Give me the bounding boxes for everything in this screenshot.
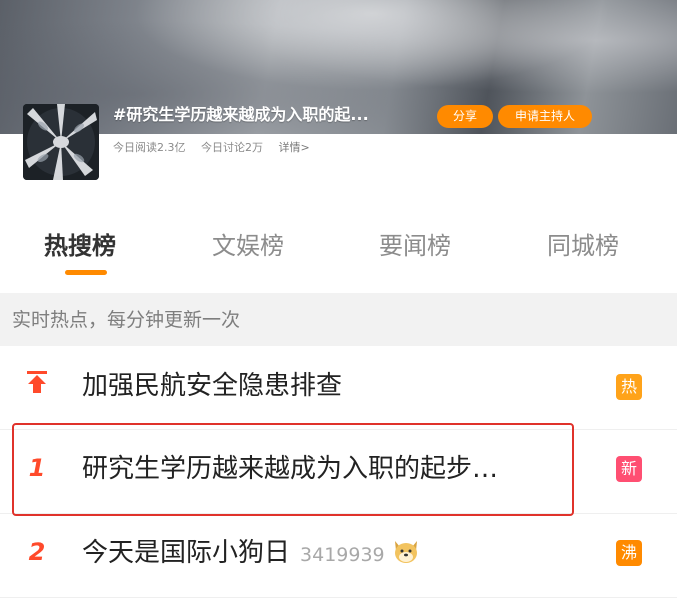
- topic-title: #研究生学历越来越成为入职的起...: [113, 105, 369, 124]
- new-badge: 新: [616, 456, 642, 482]
- tab-entertainment[interactable]: 文娱榜: [212, 230, 284, 262]
- list-item-content: 今天是国际小狗日 3419939: [82, 536, 421, 572]
- list-item-title: 今天是国际小狗日: [82, 538, 291, 568]
- list-item-title: 研究生学历越来越成为入职的起步…: [82, 454, 499, 484]
- list-item-rank: 1: [28, 454, 46, 482]
- realtime-note-text: 实时热点，每分钟更新一次: [12, 309, 241, 331]
- apply-host-button[interactable]: 申请主持人: [498, 105, 592, 128]
- list-item-title: 加强民航安全隐患排查: [82, 371, 343, 401]
- dog-face-icon: [394, 541, 417, 563]
- boiling-badge: 沸: [616, 540, 642, 566]
- list-item[interactable]: 加强民航安全隐患排查 热: [0, 346, 677, 430]
- active-tab-indicator: [65, 270, 107, 275]
- reads-count: 今日阅读2.3亿: [113, 141, 186, 154]
- list-item[interactable]: 2 今天是国际小狗日 3419939 沸: [0, 514, 677, 598]
- hands-together-image: [23, 104, 99, 180]
- tab-local[interactable]: 同城榜: [547, 230, 619, 262]
- topic-thumbnail[interactable]: [23, 104, 99, 180]
- tab-news[interactable]: 要闻榜: [379, 230, 451, 262]
- pin-top-icon: [22, 370, 52, 402]
- discussions-count: 今日讨论2万: [201, 141, 263, 154]
- list-item-count: 3419939: [300, 544, 385, 566]
- list-item-rank: 2: [28, 538, 46, 566]
- realtime-note: 实时热点，每分钟更新一次: [0, 293, 677, 346]
- share-button[interactable]: 分享: [437, 105, 493, 128]
- tab-hot-search[interactable]: 热搜榜: [44, 230, 116, 262]
- header-background: [0, 134, 677, 194]
- detail-link[interactable]: 详情>: [279, 141, 310, 154]
- list-item[interactable]: 1 研究生学历越来越成为入职的起步… 新: [0, 430, 677, 514]
- topic-stats: 今日阅读2.3亿 今日讨论2万 详情>: [113, 140, 322, 156]
- hot-badge: 热: [616, 374, 642, 400]
